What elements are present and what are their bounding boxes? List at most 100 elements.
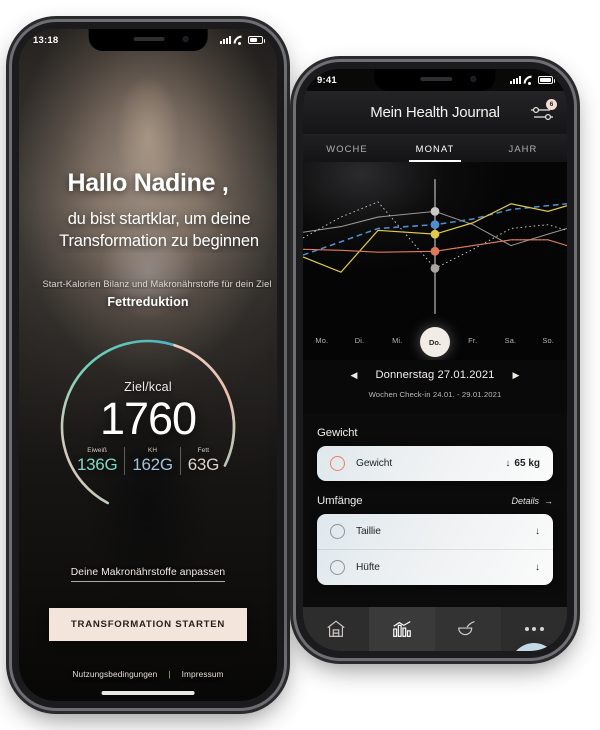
adjust-macros-label: Deine Makronährstoffe anpassen — [70, 567, 226, 582]
filter-badge: 6 — [546, 98, 557, 110]
nutrition-icon — [458, 621, 475, 636]
section-title-umfaenge: Umfänge — [317, 495, 363, 507]
macro-breakdown: Eiweiß 136G KH 162G Fett 63G — [70, 446, 226, 475]
start-transformation-button[interactable]: TRANSFORMATION STARTEN — [49, 608, 247, 641]
weight-value: 65 kg — [514, 458, 540, 469]
status-indicators — [510, 76, 555, 85]
list-item[interactable]: Hüfte ↓ — [317, 549, 553, 585]
marker-grey-bottom — [430, 263, 440, 273]
macro-fat: Fett 63G — [179, 446, 226, 475]
period-tabs: WOCHE MONAT JAHR — [303, 134, 567, 162]
tab-nutrition[interactable] — [435, 607, 501, 651]
wifi-icon — [234, 36, 245, 45]
screenshot-stage: 13:18 Hallo Nadine , du bist startklar, … — [0, 0, 600, 730]
subtitle-line-2: Transformation zu beginnen — [59, 231, 259, 250]
marker-blue — [430, 220, 440, 230]
trend-down-icon: ↓ — [505, 458, 511, 469]
onboarding-content: Hallo Nadine , du bist startklar, um dei… — [19, 29, 277, 701]
cellular-signal-icon — [220, 36, 231, 44]
home-icon — [327, 620, 345, 637]
current-date-label: Donnerstag 27.01.2021 — [375, 369, 495, 381]
battery-icon — [538, 76, 555, 84]
macro-protein-label: Eiweiß — [87, 446, 108, 454]
status-time: 13:18 — [33, 34, 59, 46]
list-item[interactable]: Gewicht ↓ 65 kg — [317, 446, 553, 481]
measurements-card: Taillie ↓ Hüfte ↓ — [317, 514, 553, 585]
trend-down-icon: ↓ — [535, 562, 540, 573]
row-value: ↓ — [535, 562, 540, 573]
page-title: Mein Health Journal — [370, 104, 500, 121]
imprint-link[interactable]: Impressum — [182, 669, 224, 679]
arrow-right-icon: → — [544, 496, 553, 506]
filter-button[interactable]: 6 — [530, 98, 557, 122]
day-label-di[interactable]: Di. — [341, 336, 379, 345]
day-label-fr[interactable]: Fr. — [454, 336, 492, 345]
macro-carbs-value: 162G — [132, 454, 173, 474]
trend-chart[interactable]: Mo. Di. Mi. Do. Fr. Sa. So. Do. — [303, 162, 567, 360]
legal-separator: | — [168, 669, 171, 679]
stats-icon — [393, 621, 411, 637]
status-time: 9:41 — [317, 74, 337, 86]
date-navigator: ◀ Donnerstag 27.01.2021 ▶ — [303, 369, 567, 381]
calorie-ring-label: Ziel/kcal — [124, 379, 172, 394]
section-header-umfaenge: Umfänge Details → — [303, 495, 567, 507]
macro-carbs-label: KH — [148, 446, 158, 454]
day-label-sa[interactable]: Sa. — [492, 336, 530, 345]
trend-chart-graphic — [303, 179, 567, 314]
left-status-bar: 13:18 — [19, 29, 277, 51]
more-icon — [524, 627, 544, 631]
journal-sections: Gewicht Gewicht ↓ 65 kg Umfänge Details … — [303, 413, 567, 607]
macro-protein: Eiweiß 136G — [70, 447, 124, 475]
left-phone-device: 13:18 Hallo Nadine , du bist startklar, … — [12, 22, 284, 708]
marker-salmon — [430, 246, 440, 256]
row-label: Hüfte — [356, 562, 380, 573]
legal-links: Nutzungsbedingungen | Impressum — [19, 669, 277, 679]
circle-indicator-icon — [330, 560, 345, 575]
health-journal-app: 9:41 Mein Health Journal 6 WOCHE MONAT J… — [303, 69, 567, 651]
calorie-ring[interactable]: Ziel/kcal 1760 Eiweiß 136G KH 162G Fett … — [57, 336, 239, 518]
right-phone-device: 9:41 Mein Health Journal 6 WOCHE MONAT J… — [296, 62, 574, 658]
left-phone-screen: 13:18 Hallo Nadine , du bist startklar, … — [19, 29, 277, 701]
series-salmon-dotted — [434, 239, 548, 252]
trend-down-icon: ↓ — [535, 526, 540, 537]
circle-indicator-icon — [330, 524, 345, 539]
list-item[interactable]: Taillie ↓ — [317, 514, 553, 549]
circle-indicator-icon — [330, 456, 345, 471]
row-label: Gewicht — [356, 458, 393, 469]
details-link[interactable]: Details → — [511, 496, 553, 506]
battery-icon — [248, 36, 265, 44]
wifi-icon — [524, 76, 535, 85]
day-label-do-selected[interactable]: Do. — [420, 327, 450, 357]
greeting-heading: Hallo Nadine , — [67, 169, 229, 197]
day-label-mi[interactable]: Mi. — [378, 336, 416, 345]
macro-fat-label: Fett — [197, 446, 210, 454]
tab-home[interactable] — [303, 607, 369, 651]
macro-fat-value: 63G — [187, 454, 220, 474]
row-value: ↓ — [535, 526, 540, 537]
subtitle-line-1: du bist startklar, um deine — [67, 210, 251, 228]
weekly-checkin-label: Wochen Check-in 24.01. - 29.01.2021 — [368, 390, 502, 399]
calorie-ring-center: Ziel/kcal 1760 Eiweiß 136G KH 162G Fett … — [57, 336, 239, 518]
right-status-bar: 9:41 — [303, 69, 567, 91]
right-phone-screen: 9:41 Mein Health Journal 6 WOCHE MONAT J… — [303, 69, 567, 651]
calorie-ring-value: 1760 — [99, 392, 197, 444]
calorie-caption: Start-Kalorien Bilanz und Makronährstoff… — [42, 279, 272, 289]
next-day-button[interactable]: ▶ — [513, 370, 520, 381]
home-indicator[interactable] — [101, 691, 195, 695]
section-title-gewicht: Gewicht — [317, 427, 358, 439]
marker-yellow — [430, 229, 440, 239]
day-label-so[interactable]: So. — [529, 336, 567, 345]
weight-card: Gewicht ↓ 65 kg — [317, 446, 553, 481]
tab-monat[interactable]: MONAT — [391, 134, 479, 162]
app-header: Mein Health Journal 6 — [303, 91, 567, 134]
section-header-gewicht: Gewicht — [303, 427, 567, 439]
details-label: Details — [511, 496, 539, 506]
terms-link[interactable]: Nutzungsbedingungen — [72, 669, 157, 679]
tab-woche[interactable]: WOCHE — [303, 134, 391, 162]
adjust-macros-link[interactable]: Deine Makronährstoffe anpassen — [19, 567, 277, 582]
tab-jahr[interactable]: JAHR — [479, 134, 567, 162]
prev-day-button[interactable]: ◀ — [351, 370, 358, 381]
tab-stats[interactable] — [369, 607, 435, 651]
cellular-signal-icon — [510, 76, 521, 84]
day-label-mo[interactable]: Mo. — [303, 336, 341, 345]
